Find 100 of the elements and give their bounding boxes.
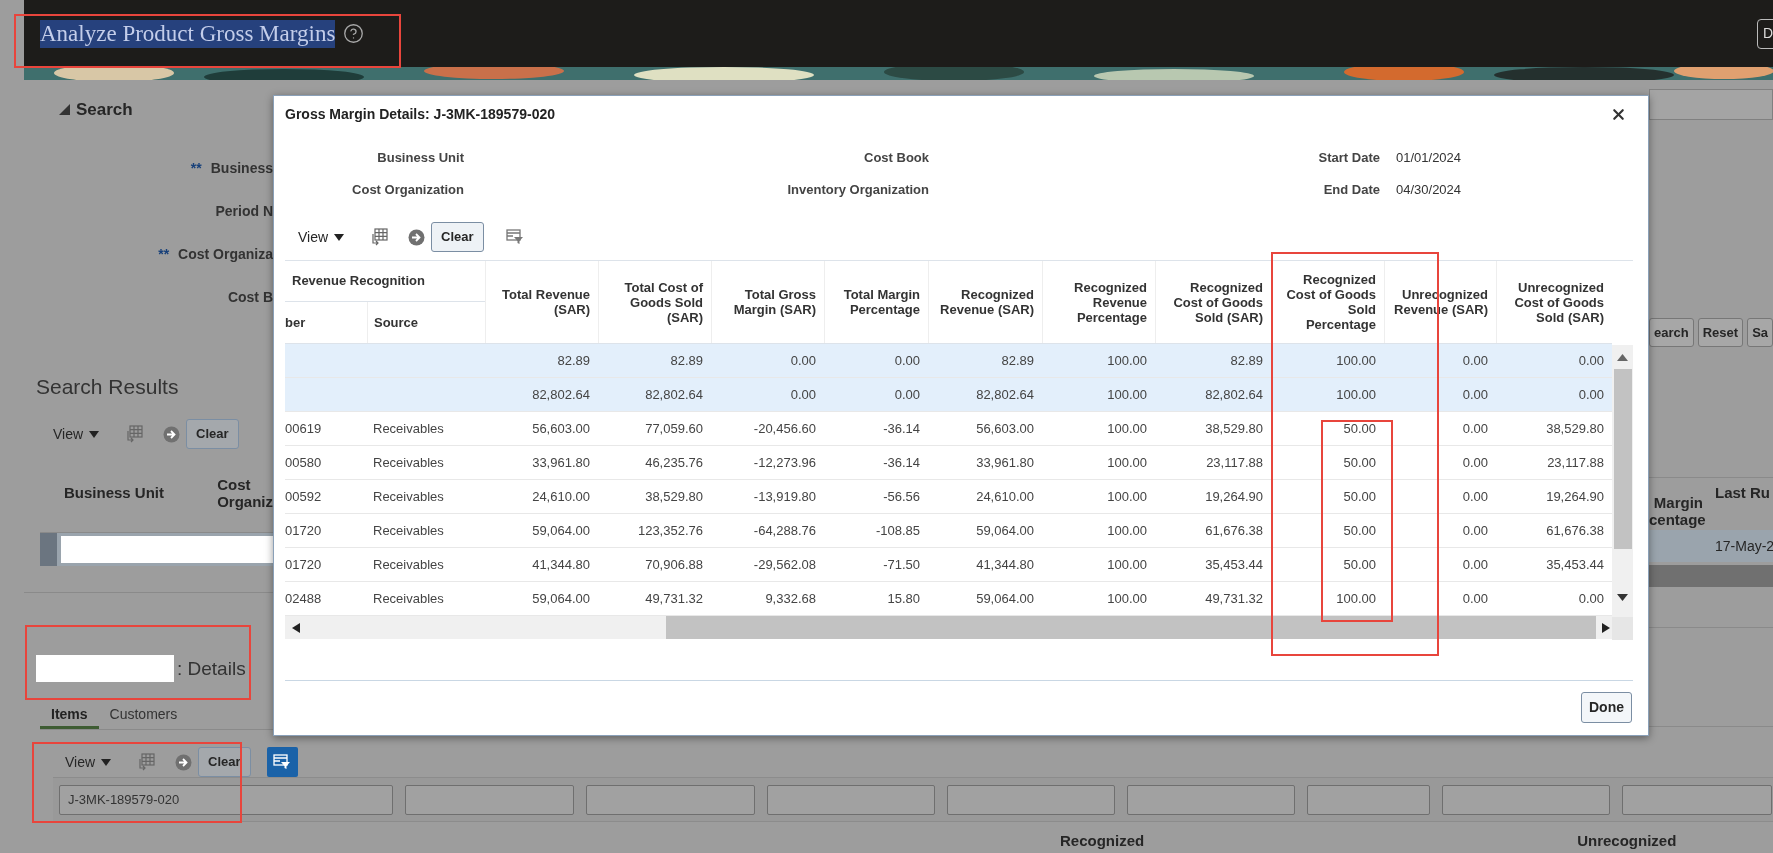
table-cell-text: 82.89 (1230, 351, 1263, 370)
view-menu[interactable]: View (298, 226, 345, 248)
table-cell-text: 41,344.80 (532, 555, 590, 574)
table-cell-text: 82,802.64 (532, 385, 590, 404)
table-cell-text: 59,064.00 (532, 521, 590, 540)
table-cell-text: 50.00 (1343, 555, 1376, 574)
table-row[interactable]: 17-May-2 (1649, 530, 1773, 562)
table-cell-text: 23,117.88 (1206, 453, 1263, 472)
table-cell-text: 100.00 (1107, 555, 1147, 574)
table-cell-text: 0.00 (1462, 385, 1488, 404)
table-cell-text: 70,906.88 (645, 555, 703, 574)
column-header: Unrecognized Cost of Goods Sold (SAR) (1513, 279, 1604, 325)
column-header: Total Margin Percentage (842, 287, 920, 317)
table-cell-text: 100.00 (1107, 419, 1147, 438)
table-cell-text: 59,064.00 (532, 589, 590, 608)
required-marker: ** (190, 158, 202, 178)
header-button[interactable]: D (1757, 18, 1773, 49)
field-value: 01/01/2024 (1396, 149, 1462, 168)
table-cell-text: 0.00 (1578, 589, 1604, 608)
table-cell-text: 24,610.00 (532, 487, 590, 506)
table-cell-text: Receivables (373, 487, 444, 506)
table-cell-text: 0.00 (790, 351, 816, 370)
table-cell-text: 24,610.00 (976, 487, 1034, 506)
table-cell-text: 100.00 (1336, 385, 1376, 404)
table-cell-text: 50.00 (1343, 453, 1376, 472)
section-heading: Search Results (35, 373, 180, 400)
search-panel-button[interactable]: Sa (1747, 318, 1773, 347)
table-cell-text: 100.00 (1107, 589, 1147, 608)
view-menu[interactable]: View (65, 751, 112, 773)
search-panel-button[interactable]: Reset (1697, 318, 1744, 347)
table-cell-text: 19,264.90 (1205, 487, 1263, 506)
table-cell-text: 50.00 (1343, 419, 1376, 438)
table-cell-text: 0.00 (894, 351, 920, 370)
filter-field[interactable]: J-3MK-189579-020 (59, 784, 393, 815)
table-cell-text: 61,676.38 (1205, 521, 1263, 540)
table-cell-text: 35,453.44 (1205, 555, 1263, 574)
column-header: Last Ru (1715, 484, 1770, 501)
table-cell-text: 82.89 (557, 351, 590, 370)
column-header: Business Unit (64, 484, 166, 502)
clear-button[interactable]: Clear (186, 419, 239, 449)
table-cell-text: 35,453.44 (1546, 555, 1604, 574)
table-cell-text: 15.80 (887, 589, 920, 608)
table-cell-text: 100.00 (1107, 351, 1147, 370)
column-header: Recognized Revenue (SAR) (939, 287, 1034, 317)
search-panel-button[interactable]: earch (1649, 318, 1694, 347)
clear-button[interactable]: Clear (431, 222, 484, 252)
clear-button[interactable]: Clear (198, 747, 251, 777)
table-cell-text: 17-May-2 (1715, 536, 1773, 556)
column-header: Recognized Cost of Goods Sold (SAR) (1172, 279, 1263, 325)
table-cell-text: 100.00 (1107, 385, 1147, 404)
table-cell-text: 59,064.00 (976, 589, 1034, 608)
column-header: Recognized Cost of Goods Sold Percentage (1285, 272, 1376, 332)
column-header: Total Gross Margin (SAR) (732, 287, 816, 317)
table-cell-text: 33,961.80 (532, 453, 590, 472)
table-cell-text: 100.00 (1107, 453, 1147, 472)
column-header: Source (374, 313, 419, 332)
tab[interactable]: Items (40, 702, 99, 729)
table-cell-text: Receivables (373, 453, 444, 472)
table-cell-text: Receivables (373, 589, 444, 608)
table-cell-text: 0.00 (790, 385, 816, 404)
column-header: Margin centage (1649, 494, 1703, 528)
table-cell-text: Receivables (373, 419, 444, 438)
table-cell-text: 00580 (285, 453, 322, 472)
field-label: Business (210, 158, 273, 178)
field-label: Business Unit (376, 149, 464, 168)
column-header: Cost Organiz (217, 475, 273, 510)
table-cell-text: 0.00 (1462, 589, 1488, 608)
done-button[interactable]: Done (1581, 692, 1632, 723)
table-cell-text: 01720 (285, 555, 322, 574)
page-title: Analyze Product Gross Margins (40, 19, 336, 48)
table-cell-text: 0.00 (1462, 555, 1488, 574)
table-cell-text: 9,332.68 (765, 589, 816, 608)
table-cell-text: -71.50 (883, 555, 920, 574)
table-cell-text: 100.00 (1107, 521, 1147, 540)
field-label: Period N (215, 201, 273, 221)
table-cell-text: -29,562.08 (753, 555, 816, 574)
table-cell-text: 23,117.88 (1547, 453, 1604, 472)
table-cell-text: 0.00 (1462, 487, 1488, 506)
field-label: Inventory Organization (786, 181, 929, 200)
table-cell-text: 0.00 (1462, 521, 1488, 540)
column-group-header: Recognized (1060, 831, 1145, 851)
table-cell-text: Receivables (373, 555, 444, 574)
column-group-header: Revenue Recognition (292, 272, 425, 291)
table-cell-text: 77,059.60 (645, 419, 703, 438)
section-heading: Search (76, 99, 133, 121)
table-cell-text: 0.00 (1578, 385, 1604, 404)
table-row[interactable]: 82.89 82.89 0.00 0.00 82.89 100.00 82.89 100.00 0.00 0.00 (285, 344, 1612, 378)
tab[interactable]: Customers (98, 702, 189, 729)
column-group-header: Unrecognized (1577, 831, 1677, 851)
view-menu[interactable]: View (53, 423, 100, 445)
table-cell-text: -36.14 (883, 453, 920, 472)
table-cell-text: 0.00 (1462, 419, 1488, 438)
section-heading: : Details (177, 656, 246, 681)
column-header: Recognized Revenue Percentage (1073, 279, 1147, 325)
table-cell-text: 46,235.76 (645, 453, 703, 472)
table-cell-text: 33,961.80 (976, 453, 1034, 472)
table-cell-text: 50.00 (1343, 521, 1376, 540)
table-cell-text: -12,273.96 (753, 453, 816, 472)
table-row[interactable]: 82,802.64 82,802.64 0.00 0.00 82,802.64 100.00 82,802.64 100.00 0.00 0.00 (285, 378, 1612, 412)
field-label: Cost Organization (351, 181, 464, 200)
